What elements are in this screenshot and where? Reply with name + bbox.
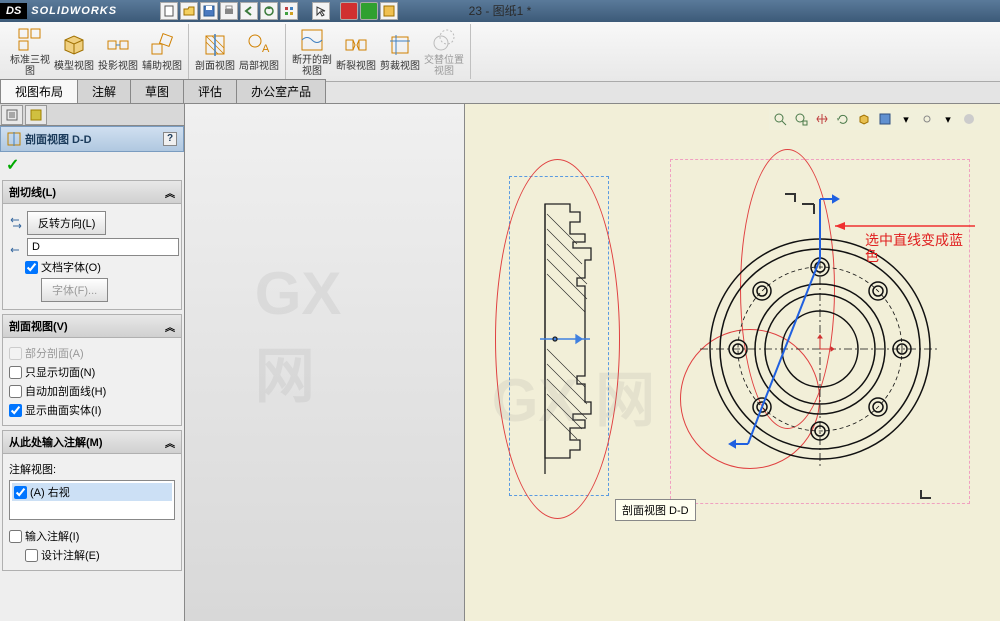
- projected-view-button[interactable]: 投影视图: [96, 24, 140, 79]
- more-icon[interactable]: ▾: [939, 110, 957, 128]
- collapse-icon[interactable]: ︽: [165, 319, 175, 334]
- auto-hatch-label[interactable]: 自动加剖面线(H): [9, 383, 106, 399]
- panel-title: 剖面视图 D-D: [25, 131, 92, 147]
- tab-annotation[interactable]: 注解: [77, 79, 131, 103]
- feature-tree-tab-icon[interactable]: [1, 105, 23, 125]
- document-title: 23 - 图纸1 *: [469, 2, 532, 19]
- canvas-toolbar: ▾ ▾: [769, 108, 980, 130]
- detail-view-button[interactable]: A局部视图: [237, 24, 281, 79]
- panel-header: 剖面视图 D-D ?: [0, 126, 184, 152]
- rebuild-icon[interactable]: [260, 2, 278, 20]
- graphics-splitter-area: GX 网: [185, 104, 465, 621]
- doc-font-checkbox[interactable]: [25, 261, 38, 274]
- show-surface-label[interactable]: 显示曲面实体(I): [9, 402, 101, 418]
- zoom-area-icon[interactable]: [792, 110, 810, 128]
- ribbon: 标准三视图 模型视图 投影视图 辅助视图 剖面视图 A局部视图 断开的剖视图 断…: [0, 22, 1000, 82]
- corner-mark-icon: [917, 484, 937, 504]
- layer-icon[interactable]: [380, 2, 398, 20]
- import-annot-title: 从此处输入注解(M): [9, 434, 103, 450]
- drawing-canvas[interactable]: ▾ ▾: [465, 104, 1000, 621]
- doc-font-checkbox-label[interactable]: 文档字体(O): [25, 259, 101, 275]
- show-surface-checkbox[interactable]: [9, 404, 22, 417]
- partial-section-label: 部分剖面(A): [9, 345, 84, 361]
- svg-text:A: A: [262, 43, 270, 55]
- collapse-icon[interactable]: ︽: [165, 435, 175, 450]
- watermark: GX 网: [255, 259, 395, 415]
- 3d-view-icon[interactable]: [855, 110, 873, 128]
- traffic-red-icon[interactable]: [340, 2, 358, 20]
- corner-mark-icon: [783, 192, 803, 212]
- link-icon[interactable]: [918, 110, 936, 128]
- quick-access-toolbar: [160, 0, 398, 22]
- open-icon[interactable]: [180, 2, 198, 20]
- auto-hatch-checkbox[interactable]: [9, 385, 22, 398]
- import-annot-checkbox[interactable]: [9, 530, 22, 543]
- display-style-icon[interactable]: [876, 110, 894, 128]
- import-annot-label[interactable]: 输入注解(I): [9, 528, 79, 544]
- only-surface-label[interactable]: 只显示切面(N): [9, 364, 95, 380]
- standard-3view-button[interactable]: 标准三视图: [8, 24, 52, 79]
- rotate-icon[interactable]: [834, 110, 852, 128]
- ok-check-icon[interactable]: ✓: [6, 157, 19, 174]
- print-icon[interactable]: [220, 2, 238, 20]
- partial-section-checkbox: [9, 347, 22, 360]
- broken-out-section-button[interactable]: 断开的剖视图: [290, 24, 334, 79]
- right-view-checkbox[interactable]: [14, 486, 27, 499]
- sectionview-title: 剖面视图(V): [9, 318, 68, 334]
- options-icon[interactable]: [280, 2, 298, 20]
- save-icon[interactable]: [200, 2, 218, 20]
- design-annot-label[interactable]: 设计注解(E): [25, 547, 100, 563]
- pan-icon[interactable]: [813, 110, 831, 128]
- zoom-fit-icon[interactable]: [771, 110, 789, 128]
- label-icon: [9, 240, 23, 254]
- font-button: 字体(F)...: [41, 278, 108, 302]
- traffic-green-icon[interactable]: [360, 2, 378, 20]
- section-view-icon: [7, 132, 21, 146]
- select-icon[interactable]: [312, 2, 330, 20]
- ribbon-tabs: 视图布局 注解 草图 评估 办公室产品: [0, 82, 1000, 104]
- view-label-tooltip: 剖面视图 D-D: [615, 499, 696, 521]
- app-logo-icon: DS: [0, 3, 27, 19]
- hide-show-icon[interactable]: ▾: [897, 110, 915, 128]
- annot-view-label: 注解视图:: [9, 461, 56, 477]
- new-icon[interactable]: [160, 2, 178, 20]
- property-manager-panel: 剖面视图 D-D ? ✓ 剖切线(L) ︽ 反转方向(L) 文档字体(O): [0, 104, 185, 621]
- design-annot-checkbox[interactable]: [25, 549, 38, 562]
- help-button[interactable]: ?: [163, 132, 177, 146]
- only-surface-checkbox[interactable]: [9, 366, 22, 379]
- list-item[interactable]: (A) 右视: [12, 483, 172, 501]
- break-view-button[interactable]: 断裂视图: [334, 24, 378, 79]
- flip-icon: [9, 216, 23, 230]
- collapse-icon[interactable]: ︽: [165, 185, 175, 200]
- auxiliary-view-button[interactable]: 辅助视图: [140, 24, 184, 79]
- close-canvas-icon[interactable]: [960, 110, 978, 128]
- section-view-button[interactable]: 剖面视图: [193, 24, 237, 79]
- cutline-section: 剖切线(L) ︽ 反转方向(L) 文档字体(O) 字体(F)...: [2, 180, 182, 310]
- annot-view-list[interactable]: (A) 右视: [9, 480, 175, 520]
- import-annot-section: 从此处输入注解(M) ︽ 注解视图: (A) 右视 输入注解(I) 设计注解(E): [2, 430, 182, 571]
- tab-evaluate[interactable]: 评估: [183, 79, 237, 103]
- tab-view-layout[interactable]: 视图布局: [0, 79, 78, 103]
- annotation-text: 选中直线变成蓝色: [865, 232, 965, 264]
- undo-icon[interactable]: [240, 2, 258, 20]
- alternate-position-view-button: 交替位置视图: [422, 24, 466, 79]
- crop-view-button[interactable]: 剪裁视图: [378, 24, 422, 79]
- confirm-row: ✓: [0, 152, 184, 178]
- tab-sketch[interactable]: 草图: [130, 79, 184, 103]
- reverse-direction-button[interactable]: 反转方向(L): [27, 211, 106, 235]
- section-label-input[interactable]: [27, 238, 179, 256]
- sectionview-section: 剖面视图(V) ︽ 部分剖面(A) 只显示切面(N) 自动加剖面线(H) 显示曲面…: [2, 314, 182, 426]
- model-view-button[interactable]: 模型视图: [52, 24, 96, 79]
- title-bar: DS SOLIDWORKS 23 - 图纸1 *: [0, 0, 1000, 22]
- section-view-drawing: [515, 199, 605, 479]
- tab-office[interactable]: 办公室产品: [236, 79, 326, 103]
- cutline-title: 剖切线(L): [9, 184, 56, 200]
- app-brand: SOLIDWORKS: [31, 5, 117, 17]
- property-tab-icon[interactable]: [25, 105, 47, 125]
